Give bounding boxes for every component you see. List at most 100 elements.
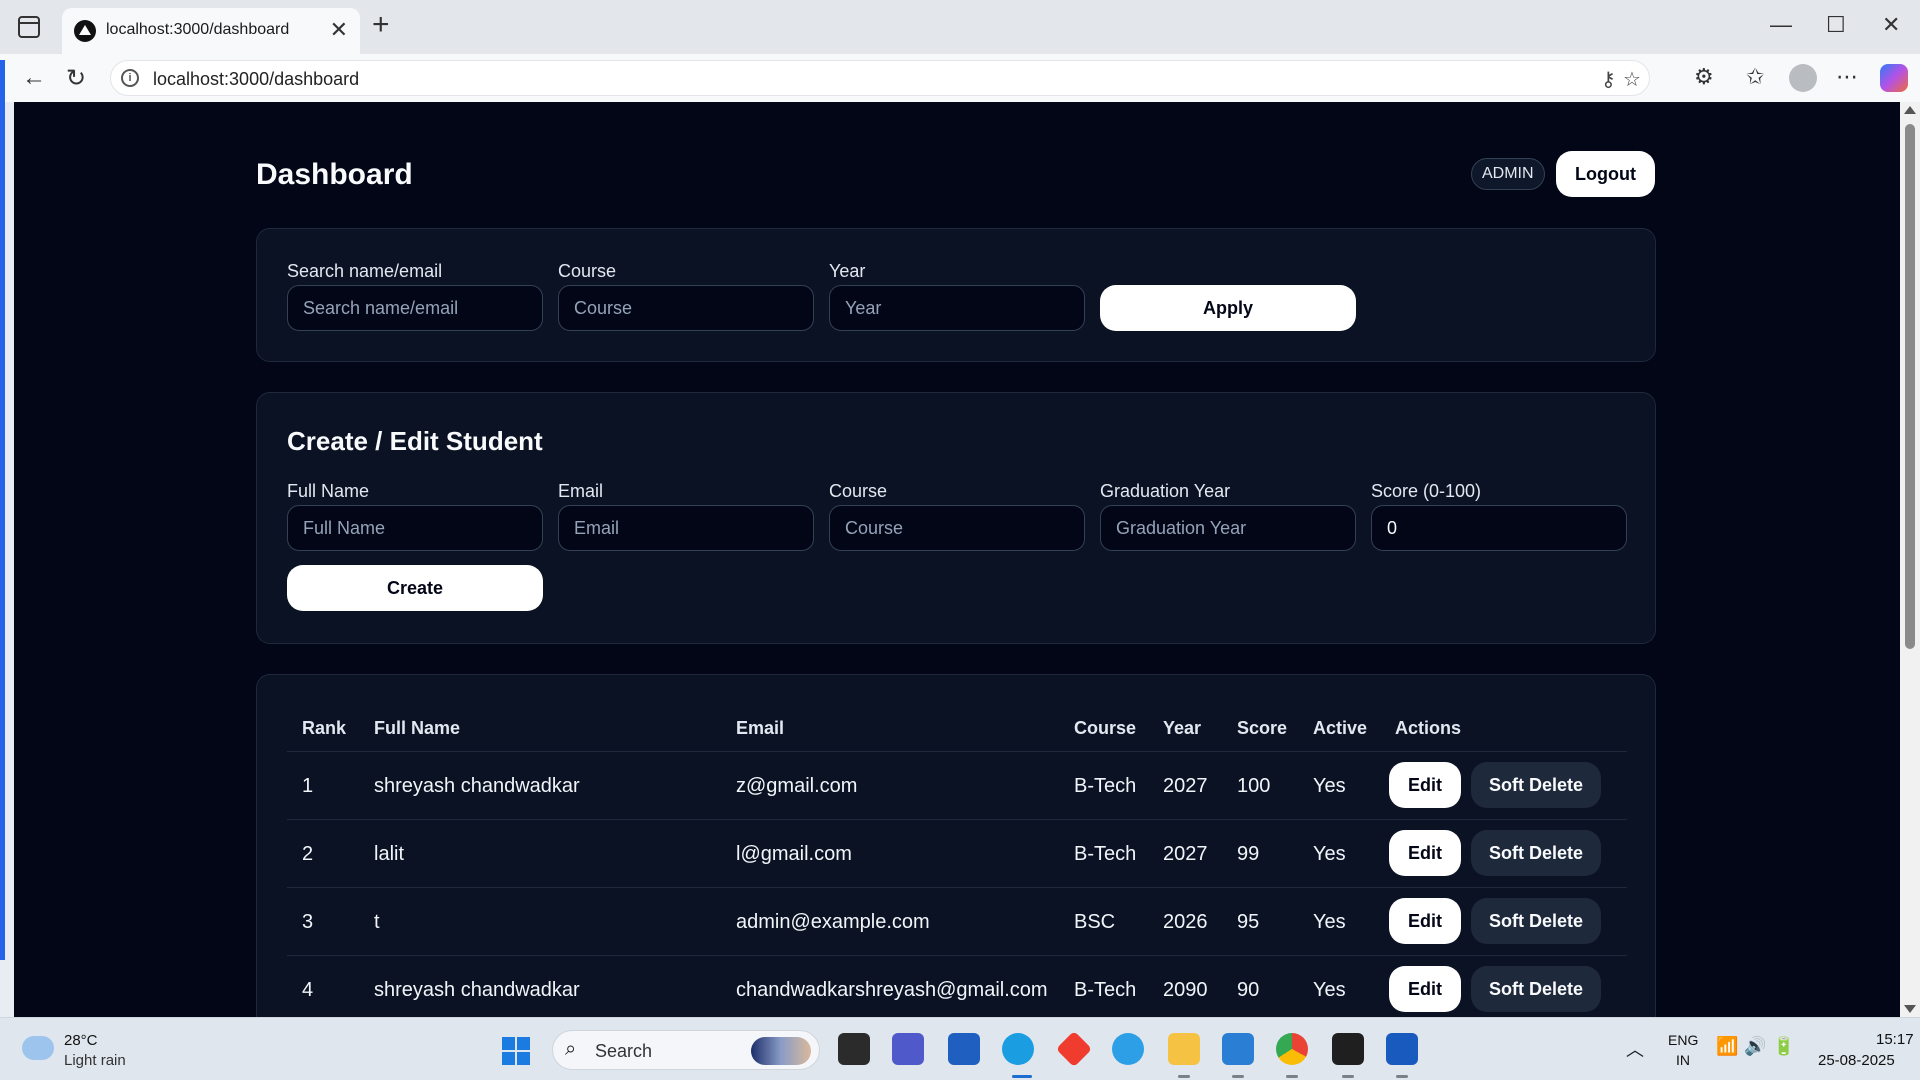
address-bar[interactable]: i localhost:3000/dashboard ⚷ ☆ (110, 60, 1650, 96)
cell-email: chandwadkarshreyash@gmail.com (736, 979, 1048, 1001)
scroll-up-icon[interactable] (1904, 106, 1916, 114)
file-explorer-icon[interactable] (1168, 1033, 1200, 1065)
email-input[interactable]: Email (558, 505, 814, 551)
logout-button[interactable]: Logout (1556, 151, 1655, 197)
column-header-full-name: Full Name (374, 718, 461, 738)
cell-full-name: lalit (374, 843, 405, 865)
column-header-actions: Actions (1395, 718, 1462, 738)
chrome-icon[interactable] (1276, 1033, 1308, 1065)
soft-delete-button[interactable]: Soft Delete (1471, 762, 1601, 808)
table-row: 2 lalit l@gmail.com B-Tech 2027 99 Yes E… (287, 819, 1627, 887)
taskbar-search[interactable]: ⌕ Search (552, 1030, 820, 1070)
back-icon[interactable]: ← (22, 64, 46, 92)
task-view-icon[interactable] (838, 1033, 870, 1065)
scrollbar-thumb[interactable] (1905, 124, 1915, 649)
browser-toolbar: ← ↻ i localhost:3000/dashboard ⚷ ☆ ⚙ ✩ ⋯ (0, 54, 1920, 102)
cell-rank: 4 (302, 979, 314, 1001)
profile-avatar[interactable] (1789, 64, 1817, 92)
reload-icon[interactable]: ↻ (66, 64, 86, 93)
cell-active: Yes (1313, 911, 1346, 933)
word-icon[interactable] (1386, 1033, 1418, 1065)
weather-temperature[interactable]: 28°C (64, 1032, 98, 1049)
extensions-icon[interactable]: ⚙ (1694, 64, 1714, 90)
edit-button[interactable]: Edit (1389, 762, 1461, 808)
email-label: Email (558, 481, 604, 501)
tab-title: localhost:3000/dashboard (106, 21, 290, 38)
weather-description[interactable]: Light rain (64, 1052, 126, 1069)
full-name-input[interactable]: Full Name (287, 505, 543, 551)
git-app-icon[interactable] (1055, 1030, 1093, 1068)
paint-app-icon[interactable] (1112, 1033, 1144, 1065)
microsoft-store-icon[interactable] (948, 1033, 980, 1065)
site-info-icon[interactable]: i (121, 69, 139, 87)
score-input[interactable]: 0 (1371, 505, 1627, 551)
cell-year: 2026 (1163, 911, 1208, 933)
minimize-window-icon[interactable]: — (1770, 12, 1792, 38)
language-indicator[interactable]: ENG (1668, 1032, 1698, 1048)
browser-tab-bar: localhost:3000/dashboard ✕ + — ☐ ✕ (0, 0, 1920, 54)
column-header-year: Year (1163, 718, 1202, 738)
soft-delete-button[interactable]: Soft Delete (1471, 830, 1601, 876)
graduation-year-input[interactable]: Graduation Year (1100, 505, 1356, 551)
maximize-window-icon[interactable]: ☐ (1826, 12, 1846, 38)
table-row: 1 shreyash chandwadkar z@gmail.com B-Tec… (287, 751, 1627, 819)
teams-icon[interactable] (892, 1033, 924, 1065)
graduation-year-label: Graduation Year (1100, 481, 1231, 501)
cell-email: l@gmail.com (736, 843, 852, 865)
cell-email: z@gmail.com (736, 775, 858, 797)
clock-date[interactable]: 25-08-2025 (1818, 1052, 1895, 1069)
tab-close-icon[interactable]: ✕ (330, 17, 348, 43)
score-label: Score (0-100) (1371, 481, 1482, 501)
cell-rank: 3 (302, 911, 314, 933)
page-scrollbar[interactable] (1900, 102, 1920, 1017)
close-window-icon[interactable]: ✕ (1882, 12, 1900, 38)
system-tray-wifi-volume-battery-icon[interactable]: 📶🔊🔋 (1716, 1036, 1801, 1057)
search-highlight-image (751, 1037, 811, 1065)
terminal-icon[interactable] (1332, 1033, 1364, 1065)
favorite-star-icon[interactable]: ☆ (1623, 67, 1641, 92)
windows-start-icon[interactable] (502, 1037, 530, 1065)
cell-year: 2090 (1163, 979, 1208, 1001)
more-menu-icon[interactable]: ⋯ (1836, 64, 1858, 90)
cell-course: BSC (1074, 911, 1116, 933)
tab-actions-icon[interactable] (18, 16, 40, 38)
search-input[interactable]: Search name/email (287, 285, 543, 331)
year-filter-label: Year (829, 261, 866, 281)
clock-time[interactable]: 15:17 (1876, 1031, 1914, 1048)
cell-rank: 1 (302, 775, 314, 797)
year-filter-input[interactable]: Year (829, 285, 1085, 331)
edit-button[interactable]: Edit (1389, 966, 1461, 1012)
weather-cloud-icon[interactable] (22, 1036, 54, 1060)
soft-delete-button[interactable]: Soft Delete (1471, 966, 1601, 1012)
soft-delete-button[interactable]: Soft Delete (1471, 898, 1601, 944)
password-key-icon[interactable]: ⚷ (1601, 67, 1616, 92)
show-hidden-icons-chevron-icon[interactable]: ︿ (1626, 1036, 1644, 1062)
new-tab-icon[interactable]: + (372, 10, 390, 40)
app-running-indicator (1396, 1075, 1408, 1078)
create-button[interactable]: Create (287, 565, 543, 611)
address-url[interactable]: localhost:3000/dashboard (153, 69, 359, 90)
apply-button[interactable]: Apply (1100, 285, 1356, 331)
vscode-icon[interactable] (1222, 1033, 1254, 1065)
taskbar: 28°C Light rain ⌕ Search ︿ ENG IN 📶🔊🔋 15… (0, 1017, 1920, 1080)
copilot-icon[interactable] (1880, 64, 1908, 92)
edit-button[interactable]: Edit (1389, 830, 1461, 876)
cell-course: B-Tech (1074, 979, 1137, 1001)
role-badge: ADMIN (1471, 158, 1545, 190)
scroll-down-icon[interactable] (1904, 1005, 1916, 1013)
edge-browser-icon[interactable] (1002, 1033, 1034, 1065)
cell-score: 90 (1237, 979, 1260, 1001)
language-region[interactable]: IN (1676, 1052, 1690, 1068)
cell-full-name: shreyash chandwadkar (374, 979, 580, 1001)
favorites-icon[interactable]: ✩ (1746, 64, 1764, 90)
column-header-score: Score (1237, 718, 1288, 738)
browser-tab-active[interactable]: localhost:3000/dashboard ✕ (62, 8, 360, 54)
course-filter-input[interactable]: Course (558, 285, 814, 331)
app-running-indicator (1232, 1075, 1244, 1078)
course-input[interactable]: Course (829, 505, 1085, 551)
app-running-indicator (1342, 1075, 1354, 1078)
course-label: Course (829, 481, 888, 501)
cell-score: 99 (1237, 843, 1260, 865)
edit-button[interactable]: Edit (1389, 898, 1461, 944)
column-header-rank: Rank (302, 718, 347, 738)
